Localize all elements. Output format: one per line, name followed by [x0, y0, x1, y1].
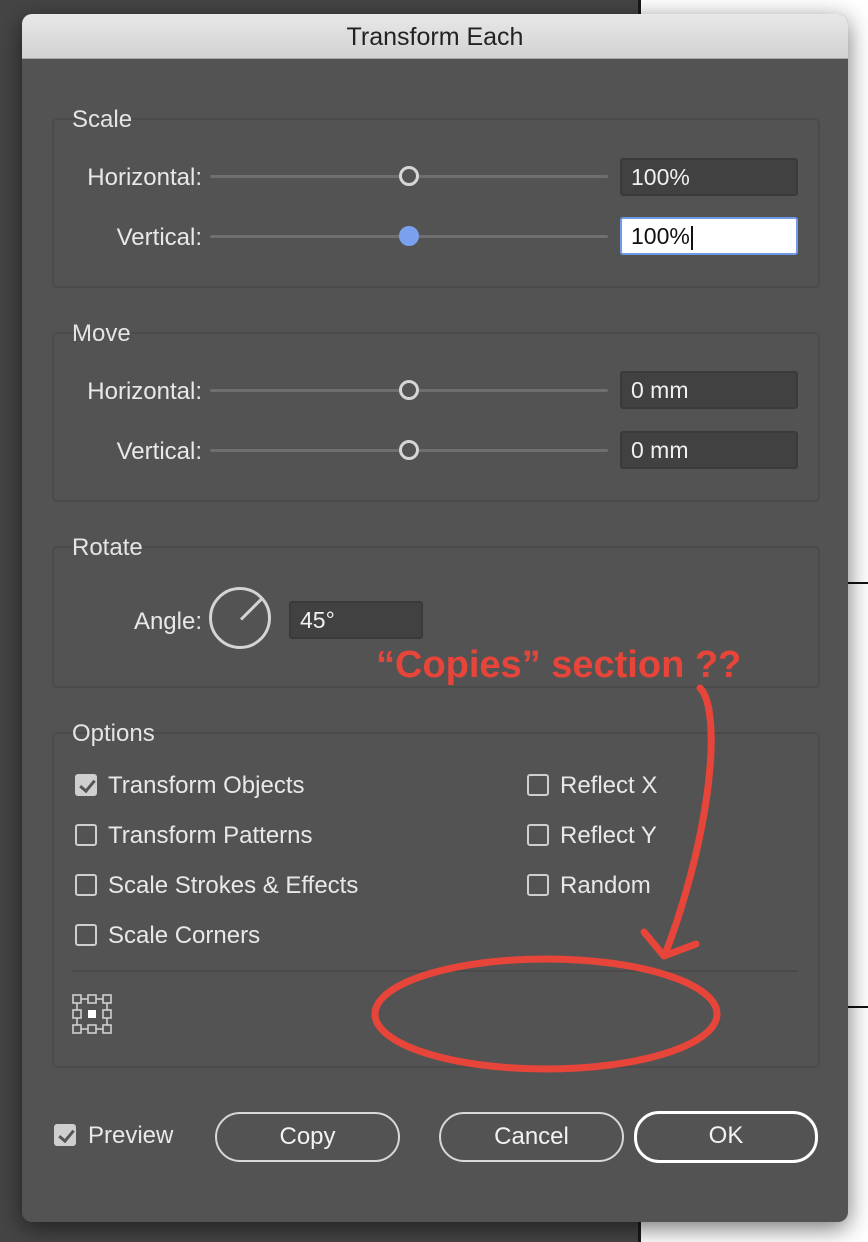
annotation-circle-icon	[371, 955, 721, 1073]
annotation-overlay	[371, 684, 721, 1073]
annotation-arrow-icon	[662, 684, 715, 956]
